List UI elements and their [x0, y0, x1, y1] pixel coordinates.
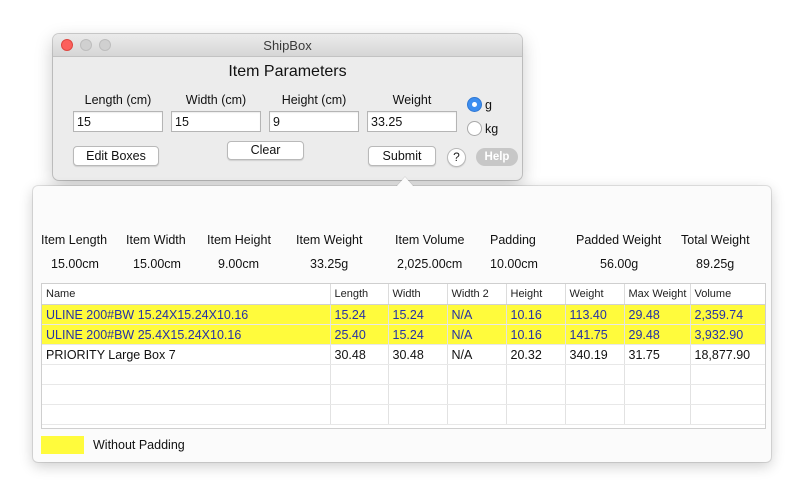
title-bar[interactable]: ShipBox: [53, 34, 522, 57]
summary-value-item-width: 15.00cm: [133, 257, 181, 271]
summary-label-item-volume: Item Volume: [395, 233, 465, 247]
cell-height: 10.16: [506, 304, 566, 325]
legend-label: Without Padding: [93, 438, 185, 452]
summary-value-item-length: 15.00cm: [51, 257, 99, 271]
table-header-row: Name Length Width Width 2 Height Weight …: [42, 284, 765, 305]
cell-name: ULINE 200#BW 25.4X15.24X10.16: [42, 324, 331, 345]
cell-max-weight: 31.75: [624, 344, 691, 365]
summary-value-item-height: 9.00cm: [218, 257, 259, 271]
height-input[interactable]: [269, 111, 359, 132]
cell-height: 10.16: [506, 324, 566, 345]
column-header-length[interactable]: Length: [330, 284, 389, 305]
section-title: Item Parameters: [228, 63, 347, 80]
unit-g-radio[interactable]: [467, 97, 482, 112]
cell-name: ULINE 200#BW 15.24X15.24X10.16: [42, 304, 331, 325]
width-input[interactable]: [171, 111, 261, 132]
cell-volume: 18,877.90: [690, 344, 765, 365]
unit-kg-label: kg: [485, 122, 499, 136]
column-header-max-weight[interactable]: Max Weight: [624, 284, 691, 305]
column-header-volume[interactable]: Volume: [690, 284, 765, 305]
summary-value-padding: 10.00cm: [490, 257, 538, 271]
column-header-name[interactable]: Name: [42, 284, 331, 305]
column-header-weight[interactable]: Weight: [565, 284, 625, 305]
cell-width: 15.24: [388, 304, 448, 325]
width-label: Width (cm): [185, 93, 247, 107]
summary-label-padded-weight: Padded Weight: [576, 233, 662, 247]
cell-length: 25.40: [330, 324, 389, 345]
help-button[interactable]: Help: [476, 148, 518, 166]
weight-label: Weight: [392, 93, 432, 107]
weight-input[interactable]: [367, 111, 457, 132]
cell-weight: 340.19: [565, 344, 625, 365]
cell-weight: 141.75: [565, 324, 625, 345]
summary-value-total-weight: 89.25g: [696, 257, 735, 271]
length-input[interactable]: [73, 111, 163, 132]
edit-boxes-button[interactable]: Edit Boxes: [73, 146, 159, 166]
clear-button[interactable]: Clear: [227, 141, 304, 160]
unit-g-label: g: [485, 98, 492, 112]
summary-value-item-weight: 33.25g: [310, 257, 349, 271]
cell-length: 30.48: [330, 344, 389, 365]
cell-width-2: N/A: [447, 324, 507, 345]
column-header-height[interactable]: Height: [506, 284, 566, 305]
cell-weight: 113.40: [565, 304, 625, 325]
summary-label-item-weight: Item Weight: [296, 233, 363, 247]
empty-table-row: [42, 384, 765, 405]
column-header-width[interactable]: Width: [388, 284, 448, 305]
summary-label-item-height: Item Height: [207, 233, 271, 247]
height-label: Height (cm): [281, 93, 347, 107]
column-header-width-2[interactable]: Width 2: [447, 284, 507, 305]
cell-max-weight: 29.48: [624, 304, 691, 325]
cell-width-2: N/A: [447, 304, 507, 325]
results-table[interactable]: Name Length Width Width 2 Height Weight …: [41, 283, 766, 429]
table-row[interactable]: PRIORITY Large Box 7 30.48 30.48 N/A 20.…: [42, 344, 765, 365]
cell-name: PRIORITY Large Box 7: [42, 344, 331, 365]
table-row[interactable]: ULINE 200#BW 25.4X15.24X10.16 25.40 15.2…: [42, 324, 765, 345]
empty-table-row: [42, 364, 765, 385]
summary-label-total-weight: Total Weight: [681, 233, 750, 247]
window-title: ShipBox: [263, 38, 312, 53]
cell-max-weight: 29.48: [624, 324, 691, 345]
empty-table-row: [42, 404, 765, 425]
summary-value-item-volume: 2,025.00cm: [397, 257, 463, 271]
table-row[interactable]: ULINE 200#BW 15.24X15.24X10.16 15.24 15.…: [42, 304, 765, 325]
submit-button[interactable]: Submit: [368, 146, 436, 166]
length-label: Length (cm): [84, 93, 152, 107]
cell-width-2: N/A: [447, 344, 507, 365]
cell-width: 30.48: [388, 344, 448, 365]
popover-arrow: [396, 177, 414, 187]
unit-kg-radio[interactable]: [467, 121, 482, 136]
summary-label-item-width: Item Width: [126, 233, 186, 247]
question-help-button[interactable]: ?: [447, 148, 466, 167]
cell-height: 20.32: [506, 344, 566, 365]
summary-value-padded-weight: 56.00g: [600, 257, 639, 271]
legend-swatch-without-padding: [41, 436, 84, 454]
cell-volume: 3,932.90: [690, 324, 765, 345]
summary-label-item-length: Item Length: [41, 233, 108, 247]
cell-volume: 2,359.74: [690, 304, 765, 325]
summary-label-padding: Padding: [490, 233, 536, 247]
cell-length: 15.24: [330, 304, 389, 325]
cell-width: 15.24: [388, 324, 448, 345]
